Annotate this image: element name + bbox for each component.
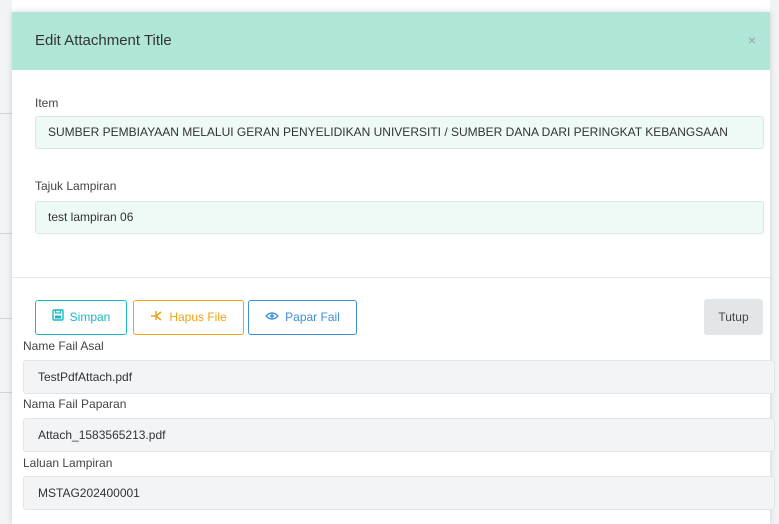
nama-fail-asal-label: Name Fail Asal — [23, 339, 104, 353]
hapus-file-label: Hapus File — [169, 310, 227, 324]
tajuk-lampiran-label: Tajuk Lampiran — [35, 179, 117, 193]
laluan-lampiran-field: MSTAG202400001 — [23, 476, 775, 510]
item-field[interactable]: SUMBER PEMBIAYAAN MELALUI GERAN PENYELID… — [35, 116, 764, 149]
background-row-line — [0, 392, 12, 393]
close-icon[interactable]: × — [742, 30, 762, 50]
background-left-strip — [0, 0, 12, 524]
laluan-lampiran-label: Laluan Lampiran — [23, 456, 113, 470]
nama-fail-asal-field: TestPdfAttach.pdf — [23, 360, 775, 394]
eraser-icon — [150, 301, 163, 334]
edit-attachment-modal: Edit Attachment Title × Item SUMBER PEMB… — [12, 12, 775, 524]
papar-fail-label: Papar Fail — [285, 310, 340, 324]
simpan-label: Simpan — [69, 310, 111, 324]
nama-fail-paparan-field: Attach_1583565213.pdf — [23, 418, 775, 452]
tajuk-lampiran-input[interactable]: test lampiran 06 — [35, 201, 764, 234]
nama-fail-paparan-label: Nama Fail Paparan — [23, 397, 127, 411]
background-row-line — [0, 318, 12, 319]
background-row-line — [0, 233, 12, 234]
modal-title: Edit Attachment Title — [35, 32, 172, 49]
item-label: Item — [35, 96, 59, 110]
papar-fail-button[interactable]: Papar Fail — [248, 300, 357, 335]
background-row-line — [0, 113, 12, 114]
hapus-file-button[interactable]: Hapus File — [133, 300, 244, 335]
footer-divider — [12, 277, 770, 278]
save-icon — [51, 301, 64, 334]
modal-header: Edit Attachment Title × — [12, 12, 770, 70]
eye-icon — [265, 301, 280, 334]
simpan-button[interactable]: Simpan — [35, 300, 127, 335]
tutup-button[interactable]: Tutup — [704, 299, 763, 335]
